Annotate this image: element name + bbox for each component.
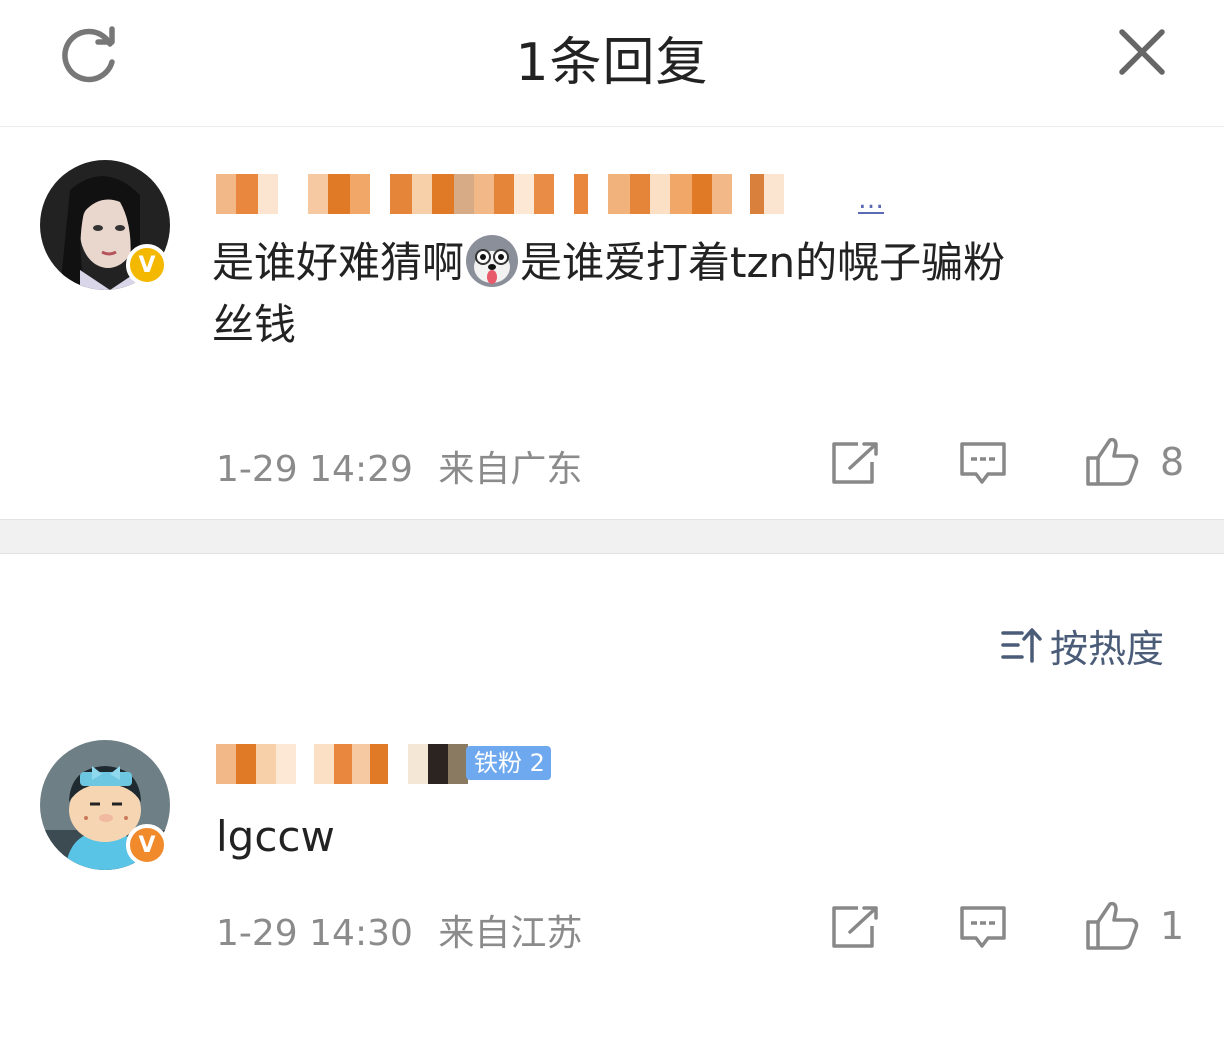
reply-button[interactable] bbox=[958, 440, 1008, 490]
comment-text: 是谁好难猜啊 是谁爱打着tzn的幌子骗粉 丝钱 bbox=[212, 232, 1172, 356]
comment-text-part1: 是谁好难猜啊 bbox=[212, 238, 465, 287]
thumbs-up-icon bbox=[1086, 901, 1139, 950]
header-bar: 1条回复 bbox=[0, 0, 1224, 127]
comment-text-part3: 丝钱 bbox=[212, 300, 297, 349]
close-button[interactable] bbox=[1114, 24, 1170, 80]
reply-text: lgccw bbox=[216, 812, 335, 861]
sort-label: 按热度 bbox=[1050, 626, 1165, 671]
comment-icon bbox=[960, 906, 1006, 948]
username-pixelated[interactable] bbox=[216, 174, 784, 214]
sort-button[interactable]: 按热度 bbox=[1000, 620, 1165, 671]
timestamp: 1-29 14:30 bbox=[216, 913, 413, 954]
like-count: 1 bbox=[1160, 904, 1185, 948]
reply-button[interactable] bbox=[958, 904, 1008, 954]
like-count: 8 bbox=[1160, 440, 1185, 484]
share-button[interactable] bbox=[830, 904, 880, 954]
like-button[interactable] bbox=[1084, 900, 1140, 956]
page-title: 1条回复 bbox=[515, 33, 709, 93]
comment-meta: 1-29 14:29 来自广东 bbox=[216, 440, 582, 492]
section-divider bbox=[0, 519, 1224, 554]
share-button[interactable] bbox=[830, 440, 880, 490]
thumbs-up-icon bbox=[1086, 437, 1139, 486]
location: 来自江苏 bbox=[438, 913, 583, 954]
username-pixelated[interactable] bbox=[216, 744, 468, 784]
husky-dog-emoji bbox=[466, 235, 519, 287]
fan-level-badge: 铁粉 2 bbox=[466, 746, 551, 780]
comment-text-part2: 是谁爱打着tzn的幌子骗粉 bbox=[520, 238, 1006, 287]
like-button[interactable] bbox=[1084, 436, 1140, 492]
timestamp: 1-29 14:29 bbox=[216, 449, 413, 490]
close-icon bbox=[1119, 29, 1165, 75]
location: 来自广东 bbox=[438, 449, 583, 490]
reply-meta: 1-29 14:30 来自江苏 bbox=[216, 904, 582, 956]
more-link[interactable]: … bbox=[858, 187, 884, 214]
verified-badge: V bbox=[126, 244, 168, 286]
share-icon bbox=[832, 442, 878, 484]
share-icon bbox=[832, 906, 878, 948]
comment-icon bbox=[960, 442, 1006, 484]
sort-icon bbox=[1001, 628, 1042, 663]
verified-badge: V bbox=[126, 824, 168, 866]
